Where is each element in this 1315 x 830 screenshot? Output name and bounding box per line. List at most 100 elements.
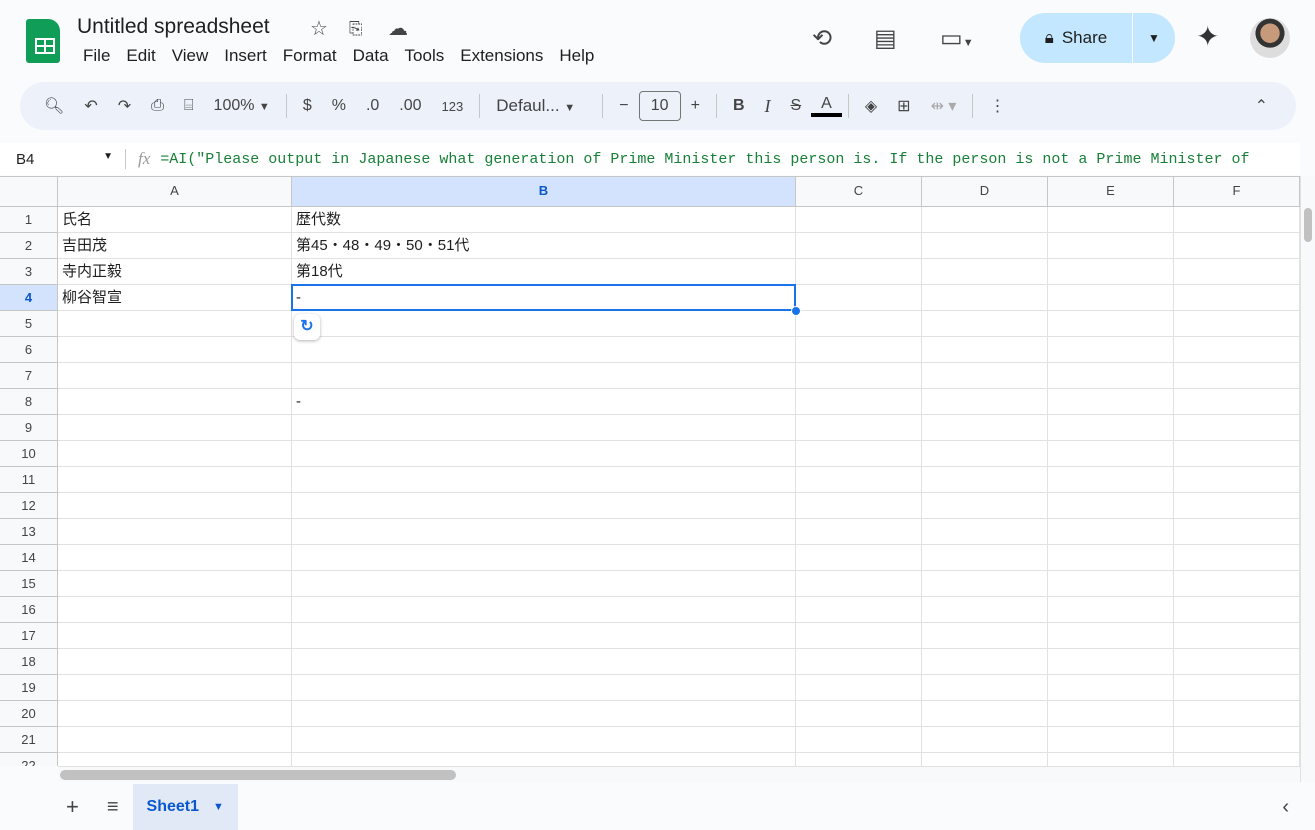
cell-d7[interactable] [922,363,1048,389]
collapse-toolbar-icon[interactable]: ⌃ [1245,96,1278,116]
cell-a6[interactable] [58,337,292,363]
cell-d10[interactable] [922,441,1048,467]
cell-d22[interactable] [922,753,1048,766]
print-icon[interactable]: ⎙ [141,97,174,115]
cell-b14[interactable] [292,545,796,571]
cell-b1[interactable]: 歴代数 [292,207,796,233]
cell-a13[interactable] [58,519,292,545]
row-header-8[interactable]: 8 [0,389,58,415]
cell-e22[interactable] [1048,753,1174,766]
more-formats-button[interactable]: 123 [432,99,474,114]
cell-c18[interactable] [796,649,922,675]
cell-d17[interactable] [922,623,1048,649]
cell-f9[interactable] [1174,415,1300,441]
cell-a22[interactable] [58,753,292,766]
cell-e4[interactable] [1048,285,1174,311]
cell-a10[interactable] [58,441,292,467]
cell-f3[interactable] [1174,259,1300,285]
cell-a7[interactable] [58,363,292,389]
borders-icon[interactable]: ⊞ [887,96,920,116]
cell-b9[interactable] [292,415,796,441]
cell-d13[interactable] [922,519,1048,545]
cell-c2[interactable] [796,233,922,259]
move-folder-icon[interactable]: ⎘ [349,19,363,39]
cell-c20[interactable] [796,701,922,727]
cell-c6[interactable] [796,337,922,363]
avatar[interactable] [1250,18,1290,58]
cell-b2[interactable]: 第45・48・49・50・51代 [292,233,796,259]
cell-a9[interactable] [58,415,292,441]
cell-b17[interactable] [292,623,796,649]
cell-a21[interactable] [58,727,292,753]
italic-button[interactable]: I [755,96,781,117]
cell-f19[interactable] [1174,675,1300,701]
cell-b7[interactable] [292,363,796,389]
vertical-scrollbar[interactable] [1300,176,1315,782]
row-header-20[interactable]: 20 [0,701,58,727]
cell-e15[interactable] [1048,571,1174,597]
cell-a20[interactable] [58,701,292,727]
row-header-17[interactable]: 17 [0,623,58,649]
collapse-side-panel-icon[interactable]: ‹ [1282,796,1289,819]
cell-e3[interactable] [1048,259,1174,285]
document-title[interactable]: Untitled spreadsheet [77,15,270,39]
cell-c14[interactable] [796,545,922,571]
cell-a19[interactable] [58,675,292,701]
cell-a17[interactable] [58,623,292,649]
row-header-21[interactable]: 21 [0,727,58,753]
row-header-2[interactable]: 2 [0,233,58,259]
cell-f14[interactable] [1174,545,1300,571]
cell-d20[interactable] [922,701,1048,727]
cell-d19[interactable] [922,675,1048,701]
cell-b19[interactable] [292,675,796,701]
cell-c15[interactable] [796,571,922,597]
comments-icon[interactable]: ▤ [874,24,897,53]
cell-f20[interactable] [1174,701,1300,727]
cell-a2[interactable]: 吉田茂 [58,233,292,259]
cell-b22[interactable] [292,753,796,766]
redo-icon[interactable]: ↷ [108,96,141,116]
cell-b13[interactable] [292,519,796,545]
cell-f1[interactable] [1174,207,1300,233]
fill-handle[interactable] [791,306,801,316]
cell-e17[interactable] [1048,623,1174,649]
row-header-7[interactable]: 7 [0,363,58,389]
cell-a5[interactable] [58,311,292,337]
bold-button[interactable]: B [723,97,755,115]
cell-e14[interactable] [1048,545,1174,571]
row-header-10[interactable]: 10 [0,441,58,467]
cell-c13[interactable] [796,519,922,545]
cell-c1[interactable] [796,207,922,233]
row-header-14[interactable]: 14 [0,545,58,571]
row-header-3[interactable]: 3 [0,259,58,285]
decrease-font-size-button[interactable]: − [609,97,638,115]
cell-f17[interactable] [1174,623,1300,649]
cell-a14[interactable] [58,545,292,571]
column-header-a[interactable]: A [58,177,292,207]
decrease-decimal-button[interactable]: .0 [356,97,389,115]
cell-b10[interactable] [292,441,796,467]
cell-d15[interactable] [922,571,1048,597]
cell-b6[interactable] [292,337,796,363]
row-header-13[interactable]: 13 [0,519,58,545]
cell-b20[interactable] [292,701,796,727]
cell-f5[interactable] [1174,311,1300,337]
percent-button[interactable]: % [322,97,356,115]
row-header-12[interactable]: 12 [0,493,58,519]
cell-a15[interactable] [58,571,292,597]
currency-button[interactable]: $ [293,97,322,115]
menu-data[interactable]: Data [347,46,395,66]
cell-d8[interactable] [922,389,1048,415]
cell-d9[interactable] [922,415,1048,441]
cell-c17[interactable] [796,623,922,649]
cell-d6[interactable] [922,337,1048,363]
column-header-b[interactable]: B [292,177,796,207]
share-dropdown[interactable]: ▼ [1133,31,1175,45]
cell-b5[interactable] [292,311,796,337]
formula-input[interactable]: =AI("Please output in Japanese what gene… [160,151,1260,168]
cell-b16[interactable] [292,597,796,623]
cell-a12[interactable] [58,493,292,519]
cell-c19[interactable] [796,675,922,701]
increase-font-size-button[interactable]: + [681,97,710,115]
cell-b3[interactable]: 第18代 [292,259,796,285]
